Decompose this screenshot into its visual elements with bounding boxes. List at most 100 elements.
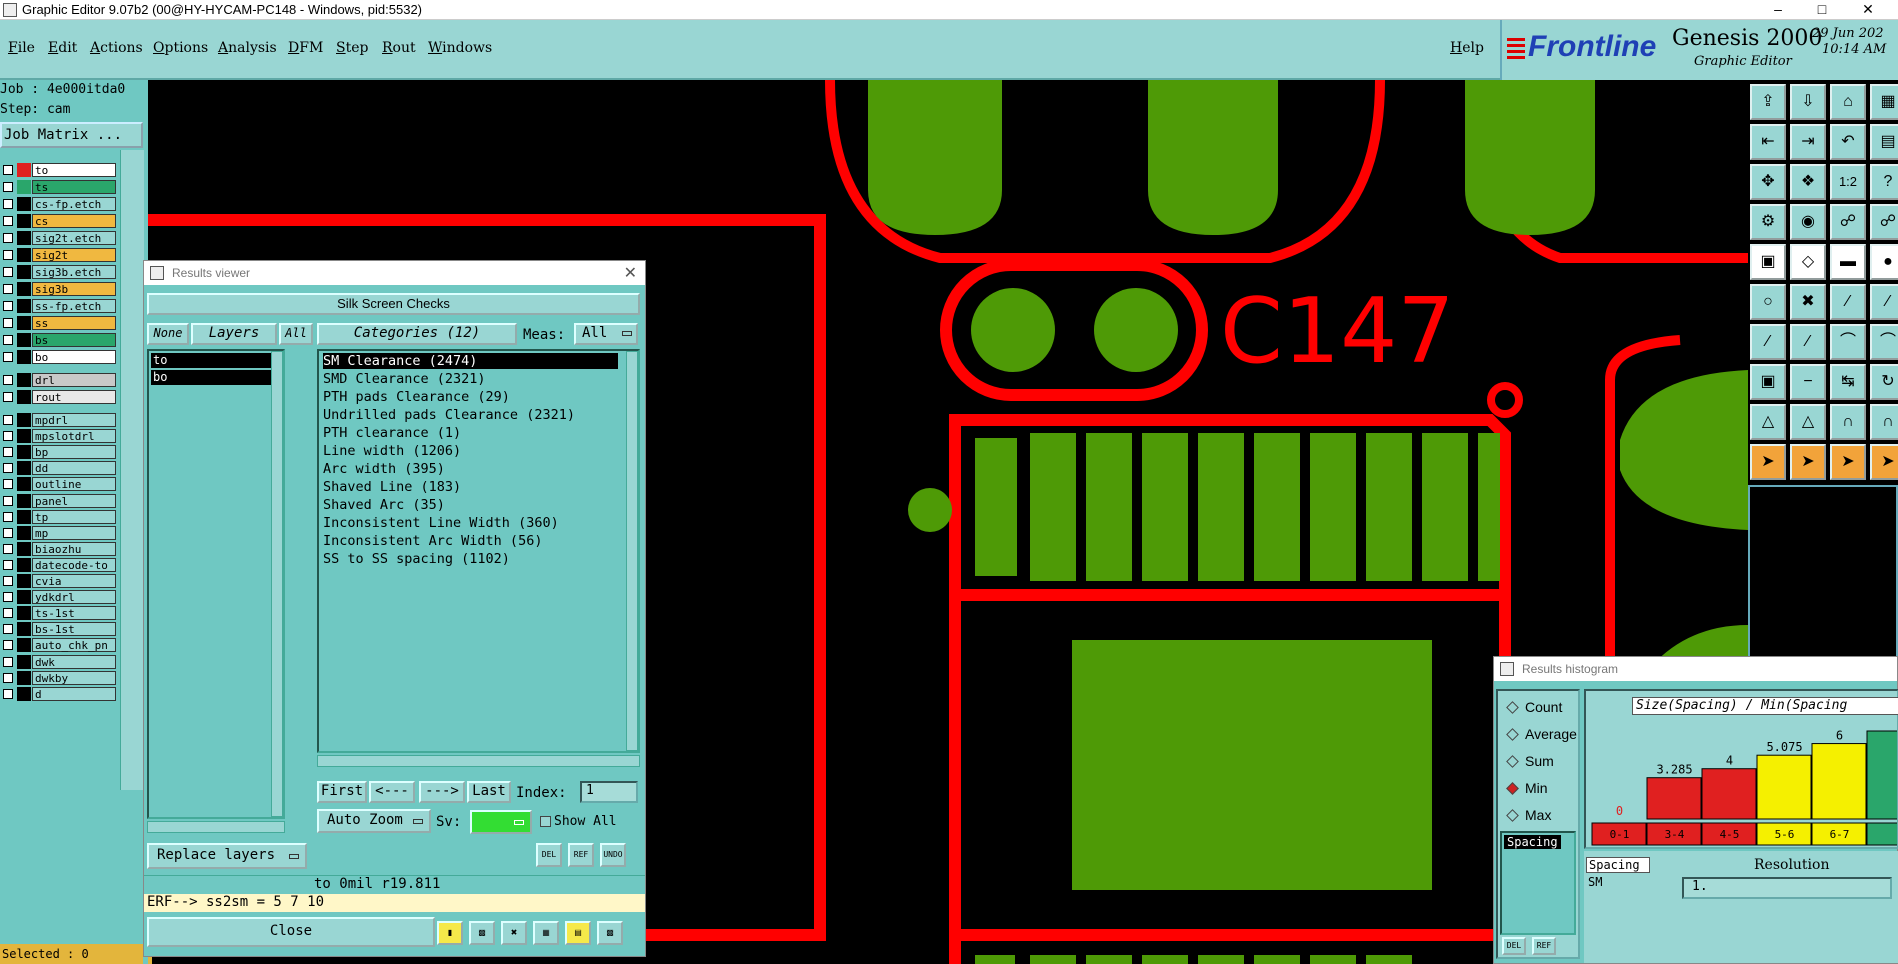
layer-name[interactable]: ydkdrl [32,590,116,605]
category-item[interactable]: Shaved Arc (35) [323,497,445,513]
layer-color-swatch[interactable] [17,477,31,492]
layer-checkbox[interactable] [3,640,13,651]
layer-name[interactable]: ts [32,180,116,194]
layer-color-swatch[interactable] [17,390,31,404]
layer-color-swatch[interactable] [17,180,31,194]
auto-zoom-dropdown[interactable]: Auto Zoom [317,809,431,833]
layer-row-dwk[interactable]: dwk [0,654,118,670]
layer-color-swatch[interactable] [17,557,31,572]
tool-add-pad-icon[interactable]: ▣ [1750,364,1786,400]
category-item[interactable]: PTH clearance (1) [323,425,461,441]
layer-color-swatch[interactable] [17,333,31,347]
layer-color-swatch[interactable] [17,590,31,605]
layer-checkbox[interactable] [3,216,13,226]
layer-color-swatch[interactable] [17,282,31,296]
layer-name[interactable]: tp [32,509,116,524]
layer-color-swatch[interactable] [17,248,31,262]
layer-checkbox[interactable] [3,335,13,345]
layer-checkbox[interactable] [3,431,13,442]
layer-color-swatch[interactable] [17,231,31,245]
layer-checkbox[interactable] [3,301,13,311]
tool-help-icon[interactable]: ? [1870,164,1898,200]
tool-net-icon[interactable]: ☍ [1830,204,1866,240]
menu-help[interactable]: Help [1450,40,1484,56]
tool-layers-icon[interactable]: ▤ [1870,124,1898,160]
hist-ref-button[interactable]: REF [1532,937,1556,955]
next-button[interactable]: ---> [419,781,465,803]
layer-row-cs[interactable]: cs [0,214,118,229]
layer-color-swatch[interactable] [17,163,31,177]
ref-button[interactable]: REF [568,843,594,867]
graph-icon[interactable]: ▦ [533,921,559,945]
layer-color-swatch[interactable] [17,670,31,685]
last-button[interactable]: Last [467,781,511,803]
layer-color-swatch[interactable] [17,350,31,364]
layer-row-tp[interactable]: tp [0,509,118,525]
layer-color-swatch[interactable] [17,574,31,588]
histogram-list-item[interactable]: Spacing [1504,835,1561,849]
histogram-listbox[interactable]: Spacing [1500,831,1576,935]
tool-arc2-icon[interactable]: ⌒ [1870,324,1898,360]
tool-dot-icon[interactable]: ● [1870,244,1898,280]
layer-row-sig2t-etch[interactable]: sig2t.etch [0,231,118,246]
layer-row-ss-fp-etch[interactable]: ss-fp.etch [0,299,118,314]
tool-arch2-icon[interactable]: ∩ [1870,404,1898,440]
layer-row-ts[interactable]: ts [0,180,118,195]
layer-color-swatch[interactable] [17,214,31,228]
layer-name[interactable]: ts-1st [32,606,116,621]
tool-camera-icon[interactable]: ▣ [1750,244,1786,280]
layer-row-bo[interactable]: bo [0,350,118,365]
cross-icon[interactable]: ✖ [501,921,527,945]
mode-max-radio[interactable]: Max [1506,807,1551,823]
layer-color-swatch[interactable] [17,429,31,444]
tool-grid-icon[interactable]: ▦ [1870,84,1898,120]
layer-name[interactable]: mpdrl [32,413,116,427]
layer-name[interactable]: biaozhu [32,541,116,556]
layers-all-button[interactable]: All [279,323,313,345]
layer-name[interactable]: sig2t.etch [32,231,116,245]
layers-scrollbar[interactable] [271,351,283,817]
layer-checkbox[interactable] [3,576,13,586]
layer-color-swatch[interactable] [17,373,31,387]
layer-name[interactable]: bo [32,350,116,364]
close-button[interactable]: Close [147,917,435,947]
layer-color-swatch[interactable] [17,197,31,211]
layer-row-ydkdrl[interactable]: ydkdrl [0,590,118,605]
tool-arch-icon[interactable]: ∩ [1830,404,1866,440]
category-item[interactable]: Arc width (395) [323,461,445,477]
layer-name[interactable]: panel [32,493,116,508]
layer-checkbox[interactable] [3,447,13,458]
layer-name[interactable]: d [32,686,116,701]
maximize-button[interactable]: □ [1800,0,1844,20]
layer-name[interactable]: mp [32,525,116,540]
layer-row-sig2t[interactable]: sig2t [0,248,118,263]
tool-pan-right-icon[interactable]: ⇥ [1790,124,1826,160]
tool-rotate-icon[interactable]: ↻ [1870,364,1898,400]
layer-name[interactable]: sig3b [32,282,116,296]
tool-ruler-icon[interactable]: ▬ [1830,244,1866,280]
layer-checkbox[interactable] [3,592,13,603]
layer-checkbox[interactable] [3,352,13,362]
tool-measure-icon[interactable]: ↹ [1830,364,1866,400]
replace-layers-dropdown[interactable]: Replace layers [147,843,307,869]
layer-checkbox[interactable] [3,495,13,506]
layer-row-bs-1st[interactable]: bs-1st [0,622,118,637]
mode-min-radio[interactable]: Min [1506,780,1548,796]
layer-checkbox[interactable] [3,375,13,385]
layer-row-to[interactable]: to [0,163,118,178]
meas-dropdown[interactable]: All [574,323,638,345]
tool-zoom-center-icon[interactable]: ❖ [1790,164,1826,200]
layer-name[interactable]: ss-fp.etch [32,299,116,313]
layer-color-swatch[interactable] [17,413,31,427]
layer-checkbox[interactable] [3,267,13,277]
layer-name[interactable]: outline [32,477,116,492]
layer-checkbox[interactable] [3,543,13,554]
layer-checkbox[interactable] [3,511,13,522]
notes-icon[interactable]: ▤ [565,921,591,945]
layer-name[interactable]: to [32,163,116,177]
menu-options[interactable]: Options [153,40,208,56]
layer-checkbox[interactable] [3,624,13,635]
layer-row-d[interactable]: d [0,686,118,702]
layer-name[interactable]: cs [32,214,116,228]
layer-row-ss[interactable]: ss [0,316,118,331]
